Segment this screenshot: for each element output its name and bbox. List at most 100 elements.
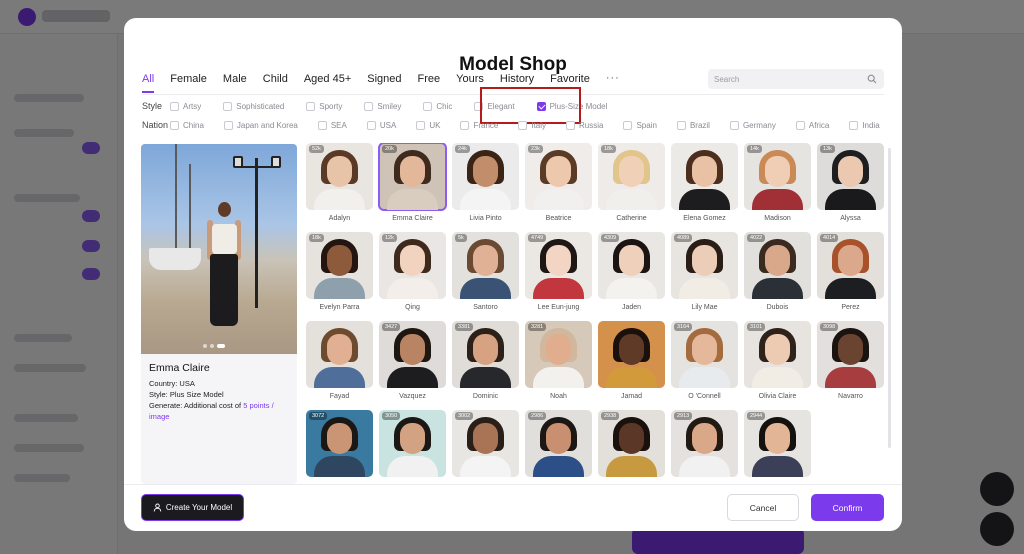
- model-card[interactable]: 5k Santoro: [452, 232, 519, 311]
- nation-checkbox[interactable]: [849, 120, 859, 130]
- model-photo[interactable]: 18k: [598, 143, 665, 210]
- model-card[interactable]: 3164 O 'Connell: [671, 321, 738, 400]
- model-card[interactable]: Elena Gomez: [671, 143, 738, 222]
- model-photo[interactable]: 4022: [744, 232, 811, 299]
- model-photo[interactable]: 4749: [525, 232, 592, 299]
- nation-option-japan-and-korea[interactable]: Japan and Korea: [223, 120, 298, 130]
- model-photo[interactable]: 4089: [671, 232, 738, 299]
- model-card[interactable]: 4022 Dubois: [744, 232, 811, 311]
- model-photo[interactable]: [671, 143, 738, 210]
- carousel-dot[interactable]: [210, 344, 214, 348]
- model-card[interactable]: 3381 Dominic: [452, 321, 519, 400]
- nation-option-usa[interactable]: USA: [366, 120, 396, 130]
- model-photo[interactable]: 3381: [452, 321, 519, 388]
- search-input[interactable]: [708, 69, 858, 90]
- cancel-button[interactable]: Cancel: [727, 494, 799, 521]
- confirm-button[interactable]: Confirm: [811, 494, 884, 521]
- model-card[interactable]: 3098 Navarro: [817, 321, 884, 400]
- nation-checkbox[interactable]: [623, 120, 633, 130]
- model-card[interactable]: Fayad: [306, 321, 373, 400]
- model-photo[interactable]: 20k: [378, 143, 447, 211]
- carousel-dot-active[interactable]: [217, 344, 225, 348]
- tab-free[interactable]: Free: [418, 72, 441, 94]
- model-card[interactable]: 3050: [379, 410, 446, 477]
- model-card[interactable]: 12k Qing: [379, 232, 446, 311]
- model-photo[interactable]: 3164: [671, 321, 738, 388]
- search-icon[interactable]: [867, 74, 877, 84]
- model-card[interactable]: 2986: [525, 410, 592, 477]
- style-option-smiley[interactable]: Smiley: [364, 101, 401, 111]
- model-photo[interactable]: 52k: [306, 143, 373, 210]
- model-photo[interactable]: 3050: [379, 410, 446, 477]
- nation-option-spain[interactable]: Spain: [623, 120, 657, 130]
- nation-checkbox[interactable]: [566, 120, 576, 130]
- model-photo[interactable]: 2913: [671, 410, 738, 477]
- style-option-sophisticated[interactable]: Sophisticated: [223, 101, 284, 111]
- model-card[interactable]: Jamad: [598, 321, 665, 400]
- model-photo[interactable]: 3427: [379, 321, 446, 388]
- model-photo[interactable]: 5k: [452, 232, 519, 299]
- model-photo[interactable]: 4014: [817, 232, 884, 299]
- model-photo[interactable]: 3281: [525, 321, 592, 388]
- model-photo[interactable]: 13k: [817, 143, 884, 210]
- model-card[interactable]: 18k Evelyn Parra: [306, 232, 373, 311]
- nation-checkbox[interactable]: [729, 120, 739, 130]
- grid-scrollbar[interactable]: [888, 148, 891, 448]
- preview-image[interactable]: [141, 144, 297, 354]
- model-card[interactable]: 4749 Lee Eun-jung: [525, 232, 592, 311]
- nation-option-africa[interactable]: Africa: [795, 120, 829, 130]
- create-model-button[interactable]: Create Your Model: [141, 494, 244, 521]
- style-checkbox[interactable]: [223, 101, 233, 111]
- nation-option-china[interactable]: China: [170, 120, 204, 130]
- model-photo[interactable]: 2944: [744, 410, 811, 477]
- model-card[interactable]: 14k Madison: [744, 143, 811, 222]
- nation-option-sea[interactable]: SEA: [317, 120, 347, 130]
- style-checkbox[interactable]: [306, 101, 316, 111]
- tab-aged-45-[interactable]: Aged 45+: [304, 72, 351, 94]
- nation-checkbox[interactable]: [317, 120, 327, 130]
- model-photo[interactable]: 14k: [744, 143, 811, 210]
- nation-checkbox[interactable]: [460, 120, 470, 130]
- model-photo[interactable]: 3101: [744, 321, 811, 388]
- model-photo[interactable]: 3072: [306, 410, 373, 477]
- nation-option-france[interactable]: France: [460, 120, 498, 130]
- nation-checkbox[interactable]: [170, 120, 179, 130]
- model-card[interactable]: 4309 Jaden: [598, 232, 665, 311]
- model-card[interactable]: 3281 Noah: [525, 321, 592, 400]
- nation-option-india[interactable]: India: [849, 120, 880, 130]
- model-card[interactable]: 3101 Olivia Claire: [744, 321, 811, 400]
- model-photo[interactable]: 3002: [452, 410, 519, 477]
- model-card[interactable]: 4089 Lily Mae: [671, 232, 738, 311]
- carousel-dot[interactable]: [203, 344, 207, 348]
- model-card[interactable]: 18k Catherine: [598, 143, 665, 222]
- model-card[interactable]: 20k Emma Claire: [378, 143, 447, 222]
- tab-signed[interactable]: Signed: [367, 72, 401, 94]
- nation-option-germany[interactable]: Germany: [729, 120, 776, 130]
- model-card[interactable]: 3002: [452, 410, 519, 477]
- nation-option-italy[interactable]: Italy: [518, 120, 546, 130]
- model-photo[interactable]: [306, 321, 373, 388]
- tab-all[interactable]: All: [142, 72, 155, 94]
- model-photo[interactable]: 12k: [379, 232, 446, 299]
- style-option-chic[interactable]: Chic: [423, 101, 452, 111]
- style-checkbox[interactable]: [364, 101, 374, 111]
- style-checkbox[interactable]: [423, 101, 433, 111]
- tab-male[interactable]: Male: [223, 72, 247, 94]
- nation-checkbox[interactable]: [676, 120, 686, 130]
- model-card[interactable]: 4014 Perez: [817, 232, 884, 311]
- nation-checkbox[interactable]: [366, 120, 376, 130]
- model-photo[interactable]: 24k: [452, 143, 519, 210]
- nation-checkbox[interactable]: [223, 120, 233, 130]
- more-tabs-icon[interactable]: ···: [606, 72, 620, 94]
- tab-child[interactable]: Child: [263, 72, 288, 94]
- tab-female[interactable]: Female: [170, 72, 207, 94]
- model-card[interactable]: 2913: [671, 410, 738, 477]
- model-photo[interactable]: [598, 321, 665, 388]
- style-checkbox[interactable]: [170, 101, 179, 111]
- model-card[interactable]: 13k Alyssa: [817, 143, 884, 222]
- model-photo[interactable]: 2938: [598, 410, 665, 477]
- model-card[interactable]: 3427 Vazquez: [379, 321, 446, 400]
- model-card[interactable]: 2944: [744, 410, 811, 477]
- nation-option-russia[interactable]: Russia: [566, 120, 603, 130]
- model-card[interactable]: 24k Livia Pinto: [452, 143, 519, 222]
